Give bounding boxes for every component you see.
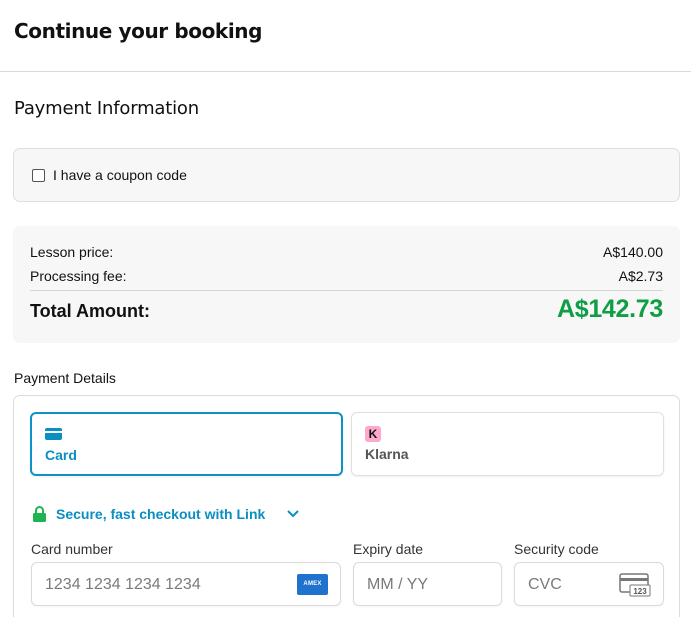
tab-card-label: Card bbox=[45, 447, 77, 463]
page-header: Continue your booking bbox=[0, 0, 691, 72]
klarna-icon: K bbox=[365, 426, 381, 442]
processing-fee-label: Processing fee: bbox=[30, 268, 127, 284]
security-code-input[interactable] bbox=[528, 574, 608, 596]
total-amount-value: A$142.73 bbox=[556, 295, 663, 323]
card-number-input[interactable] bbox=[45, 574, 285, 596]
security-code-field: 123 bbox=[514, 562, 664, 606]
tab-klarna-label: Klarna bbox=[365, 446, 409, 462]
payment-details-heading: Payment Details bbox=[14, 370, 116, 386]
chevron-down-icon bbox=[287, 510, 299, 518]
processing-fee-row: Processing fee: A$2.73 bbox=[30, 268, 663, 284]
lesson-price-row: Lesson price: A$140.00 bbox=[30, 244, 663, 260]
cvc-card-icon: 123 bbox=[619, 573, 651, 597]
security-code-label: Security code bbox=[514, 541, 599, 557]
payment-details-panel: Card K Klarna Secure, fast checkout with… bbox=[13, 395, 680, 617]
expiry-date-field bbox=[353, 562, 502, 606]
coupon-checkbox[interactable] bbox=[32, 169, 45, 182]
expiry-date-label: Expiry date bbox=[353, 541, 424, 557]
lock-icon bbox=[33, 506, 46, 522]
tab-klarna[interactable]: K Klarna bbox=[351, 412, 664, 476]
page-title: Continue your booking bbox=[14, 19, 263, 43]
lesson-price-label: Lesson price: bbox=[30, 244, 114, 260]
processing-fee-value: A$2.73 bbox=[618, 268, 663, 284]
amex-icon: AMEX bbox=[297, 574, 328, 595]
link-checkout-text: Secure, fast checkout with Link bbox=[56, 506, 266, 522]
credit-card-icon bbox=[45, 428, 62, 440]
card-number-field: AMEX bbox=[31, 562, 341, 606]
payment-information-heading: Payment Information bbox=[14, 98, 199, 119]
price-divider bbox=[30, 290, 663, 291]
tab-card[interactable]: Card bbox=[30, 412, 343, 476]
coupon-label[interactable]: I have a coupon code bbox=[53, 167, 187, 183]
total-amount-label: Total Amount: bbox=[30, 301, 150, 321]
lesson-price-value: A$140.00 bbox=[603, 244, 663, 260]
cvc-icon-text: 123 bbox=[633, 587, 647, 596]
coupon-panel: I have a coupon code bbox=[13, 148, 680, 202]
price-summary: Lesson price: A$140.00 Processing fee: A… bbox=[13, 226, 680, 343]
card-number-label: Card number bbox=[31, 541, 113, 557]
expiry-date-input[interactable] bbox=[367, 574, 487, 596]
